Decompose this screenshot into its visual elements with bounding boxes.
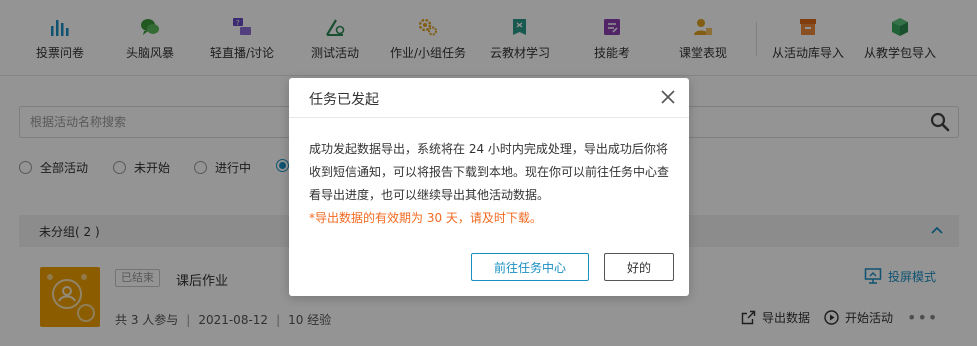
dialog-title: 任务已发起 xyxy=(309,92,379,108)
dialog-header: 任务已发起 xyxy=(289,78,689,118)
dialog-body: 成功发起数据导出，系统将在 24 小时内完成处理，导出成功后你将收到短信通知，可… xyxy=(309,138,671,230)
dialog-warning: *导出数据的有效期为 30 天，请及时下载。 xyxy=(309,211,542,225)
task-started-dialog: 任务已发起 成功发起数据导出，系统将在 24 小时内完成处理，导出成功后你将收到… xyxy=(289,78,689,296)
dialog-message: 成功发起数据导出，系统将在 24 小时内完成处理，导出成功后你将收到短信通知，可… xyxy=(309,142,670,202)
go-to-task-center-button[interactable]: 前往任务中心 xyxy=(471,253,589,281)
close-icon[interactable] xyxy=(659,88,677,106)
ok-button[interactable]: 好的 xyxy=(604,253,674,281)
